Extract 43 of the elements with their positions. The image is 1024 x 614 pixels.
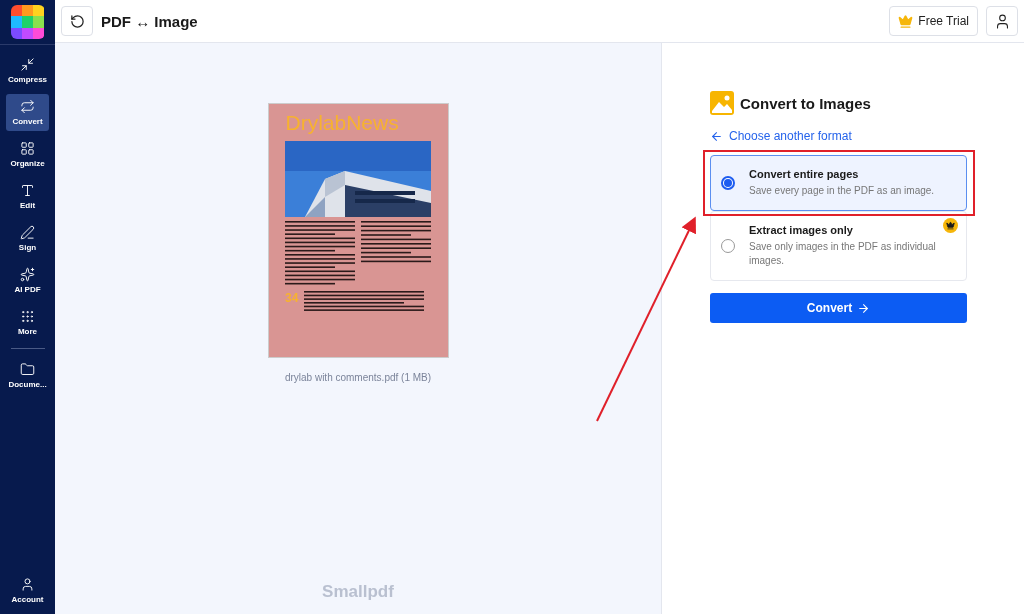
arrow-left-icon — [710, 129, 723, 143]
document-number: 34 — [285, 291, 299, 305]
undo-icon — [69, 13, 85, 29]
sidebar-item[interactable]: Organize — [6, 136, 49, 173]
sidebar-item[interactable]: More — [6, 304, 49, 341]
text-icon — [20, 183, 35, 198]
panel-title: Convert to Images — [740, 94, 871, 112]
option-card[interactable]: Extract images only Save only images in the PDF as individual images. — [710, 211, 967, 281]
account-button[interactable]: Account — [6, 572, 49, 609]
compress-icon — [20, 57, 35, 72]
user-icon — [20, 577, 35, 592]
file-name: drylab with comments.pdf (1 MB) — [284, 372, 432, 383]
crown-icon — [898, 13, 914, 29]
brand-wordmark: Smallpdf — [322, 582, 394, 602]
option-description: Save every page in the PDF as an image. — [749, 184, 935, 198]
option-description: Save only images in the PDF as individual images. — [749, 240, 937, 268]
sparkle-icon — [20, 267, 35, 282]
radio-button[interactable] — [721, 239, 735, 253]
convert-button[interactable]: Convert — [710, 293, 967, 323]
grid-icon — [20, 141, 35, 156]
sidebar-item[interactable]: Sign — [6, 220, 49, 257]
arrow-right-icon — [857, 301, 871, 315]
image-icon — [710, 91, 734, 115]
convert-icon — [20, 99, 35, 114]
option-title: Extract images only — [749, 224, 854, 236]
sidebar-item[interactable]: Convert — [6, 94, 49, 131]
account-button[interactable] — [986, 6, 1018, 36]
option-card[interactable]: Convert entire pages Save every page in the PDF as an image. — [710, 155, 967, 211]
free-trial-button[interactable]: Free Trial — [889, 6, 978, 36]
sidebar-item[interactable]: AI PDF — [6, 262, 49, 299]
pen-icon — [20, 225, 35, 240]
undo-button[interactable] — [61, 6, 93, 36]
option-title: Convert entire pages — [749, 168, 860, 180]
sidebar-item[interactable]: Compress — [6, 52, 49, 89]
sidebar-item[interactable]: Edit — [6, 178, 49, 215]
page-title: PDF ↔ Image — [101, 12, 199, 30]
document-heading: DrylabNews — [285, 112, 399, 133]
choose-format-link[interactable]: Choose another format — [710, 129, 967, 143]
folder-icon — [20, 362, 35, 377]
dots-grid-icon — [20, 309, 35, 324]
logo-icon[interactable] — [10, 5, 45, 39]
sidebar-item[interactable]: Docume... — [6, 357, 49, 394]
radio-button[interactable] — [721, 176, 735, 190]
